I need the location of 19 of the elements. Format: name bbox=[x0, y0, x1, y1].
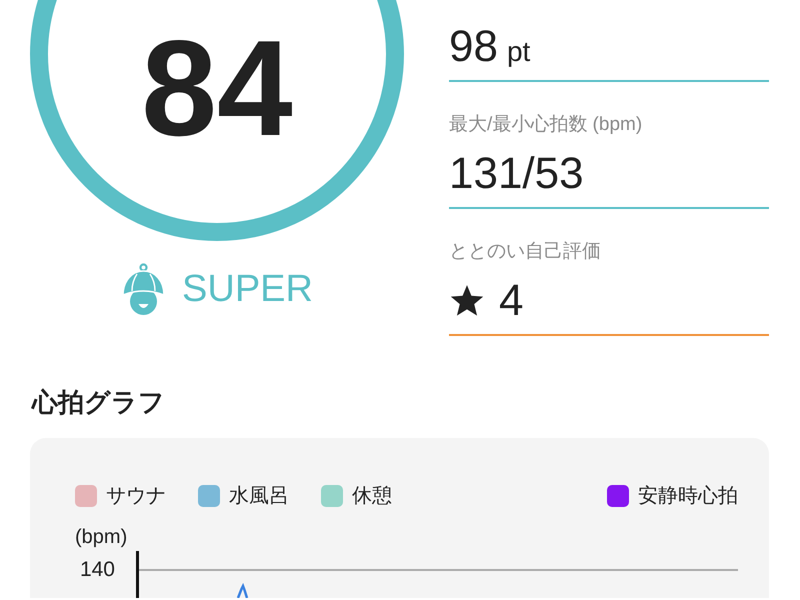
axis-unit-label: (bpm) bbox=[75, 526, 128, 548]
axis-tick-label: 140 bbox=[78, 558, 115, 582]
section-title: 心拍グラフ bbox=[32, 386, 166, 418]
metric-value: 98 bbox=[449, 21, 498, 73]
metric-label: 最大/最小心拍数 (bpm) bbox=[449, 113, 644, 137]
metric-label: ととのい自己評価 bbox=[449, 240, 602, 264]
legend-label: 水風呂 bbox=[229, 485, 289, 507]
heart-rate-line bbox=[236, 582, 248, 598]
metric-value: 4 bbox=[499, 275, 524, 327]
metric-value: 131/53 bbox=[449, 148, 584, 200]
star-icon bbox=[450, 284, 484, 318]
rank-label: SUPER bbox=[182, 267, 313, 311]
legend-label: 休憩 bbox=[352, 485, 392, 507]
legend-label: サウナ bbox=[106, 485, 166, 507]
legend-label: 安静時心拍 bbox=[638, 485, 738, 507]
metric-unit: pt bbox=[506, 35, 530, 69]
score-value: 84 bbox=[141, 20, 293, 156]
hat-face-icon bbox=[121, 263, 166, 315]
y-axis bbox=[136, 551, 139, 598]
